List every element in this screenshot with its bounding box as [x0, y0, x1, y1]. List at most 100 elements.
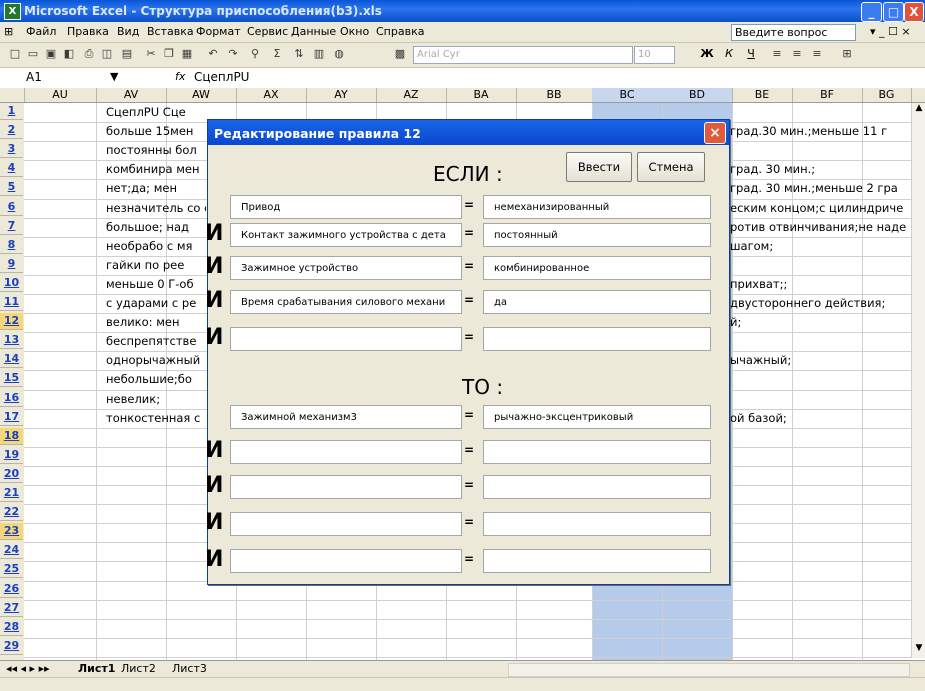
conclusion-attribute-field[interactable] — [230, 512, 462, 536]
close-window-button[interactable]: X — [904, 2, 924, 22]
fx-icon[interactable]: fx — [175, 70, 185, 83]
select-all-corner[interactable] — [0, 88, 25, 102]
new-icon[interactable]: □ — [8, 47, 22, 61]
row-header[interactable]: 22 — [0, 504, 23, 522]
cell-text[interactable]: с ударами с ре — [106, 295, 206, 311]
cell-text[interactable]: гайки по рее — [106, 257, 206, 273]
row-header[interactable]: 10 — [0, 275, 23, 292]
column-header[interactable]: AZ — [376, 88, 447, 102]
row-header[interactable]: 3 — [0, 141, 23, 159]
align-right-icon[interactable]: ≡ — [810, 47, 824, 61]
column-header[interactable]: AW — [166, 88, 237, 102]
cell-text[interactable]: беспрепятстве — [106, 333, 206, 349]
column-header[interactable]: AY — [306, 88, 377, 102]
save-icon[interactable]: ▣ — [44, 47, 58, 61]
horizontal-scrollbar[interactable] — [508, 663, 910, 677]
conclusion-attribute-field[interactable]: Зажимной механизм3 — [230, 405, 462, 429]
dialog-close-button[interactable]: × — [704, 122, 726, 144]
condition-value-field[interactable]: комбинированное — [483, 256, 711, 280]
cell-text[interactable]: нет;да; мен — [106, 180, 206, 196]
align-center-icon[interactable]: ≡ — [790, 47, 804, 61]
column-header[interactable]: BC — [592, 88, 663, 102]
align-left-icon[interactable]: ≡ — [770, 47, 784, 61]
condition-attribute-field[interactable]: Контакт зажимного устройства с дета — [230, 223, 462, 247]
condition-value-field[interactable] — [483, 327, 711, 351]
paste-icon[interactable]: ▦ — [180, 47, 194, 61]
row-header[interactable]: 27 — [0, 600, 23, 617]
menu-edit[interactable]: Правка — [67, 25, 109, 38]
cell-text[interactable]: прихват;; — [730, 276, 925, 292]
row-header[interactable]: 1 — [0, 103, 23, 120]
undo-icon[interactable]: ↶ — [206, 47, 220, 61]
conclusion-attribute-field[interactable] — [230, 475, 462, 499]
conclusion-value-field[interactable] — [483, 512, 711, 536]
column-header[interactable]: BB — [516, 88, 593, 102]
row-header[interactable]: 4 — [0, 160, 23, 178]
row-header[interactable]: 7 — [0, 218, 23, 235]
conclusion-value-field[interactable] — [483, 549, 711, 573]
permission-icon[interactable]: ◧ — [62, 47, 76, 61]
conclusion-attribute-field[interactable] — [230, 549, 462, 573]
menu-window[interactable]: Окно — [340, 25, 369, 38]
cell-text[interactable]: тонкостенная с — [106, 410, 206, 426]
menu-data[interactable]: Данные — [291, 25, 336, 38]
cell-text[interactable]: шагом; — [730, 238, 925, 254]
menu-file[interactable]: Файл — [26, 25, 56, 38]
row-header[interactable]: 5 — [0, 179, 23, 197]
row-header[interactable]: 8 — [0, 237, 23, 254]
redo-icon[interactable]: ↷ — [226, 47, 240, 61]
cell-text[interactable]: большое; над — [106, 219, 206, 235]
column-header[interactable]: AX — [236, 88, 307, 102]
row-header[interactable]: 20 — [0, 466, 23, 483]
condition-value-field[interactable]: да — [483, 290, 711, 314]
row-header[interactable]: 2 — [0, 122, 23, 140]
maximize-button[interactable]: □ — [883, 2, 904, 22]
italic-button[interactable]: К — [722, 47, 736, 61]
column-header[interactable]: AV — [96, 88, 167, 102]
minimize-button[interactable]: _ — [861, 2, 882, 22]
cell-text[interactable]: ычажный; — [730, 352, 925, 368]
cell-text[interactable]: й; — [730, 314, 925, 330]
condition-attribute-field[interactable]: Привод — [230, 195, 462, 219]
excel-doc-icon[interactable]: ⊞ — [4, 25, 13, 38]
cell-text[interactable]: двустороннего действия; — [730, 295, 925, 311]
cell-text[interactable]: однорычажный — [106, 352, 206, 368]
row-header[interactable]: 26 — [0, 581, 23, 598]
copy-icon[interactable]: ❐ — [162, 47, 176, 61]
cell-text[interactable]: град. 30 мин.;меньше 2 гра — [730, 180, 925, 196]
condition-attribute-field[interactable]: Время срабатывания силового механи — [230, 290, 462, 314]
menu-insert[interactable]: Вставка — [147, 25, 194, 38]
column-header[interactable]: AU — [24, 88, 97, 102]
print-icon[interactable]: ⎙ — [82, 47, 96, 61]
cell-text[interactable]: постоянны бол — [106, 142, 206, 158]
conclusion-value-field[interactable] — [483, 440, 711, 464]
drawing-icon[interactable]: ◍ — [332, 47, 346, 61]
row-header[interactable]: 21 — [0, 485, 23, 502]
menu-tools[interactable]: Сервис — [247, 25, 288, 38]
preview-icon[interactable]: ◫ — [100, 47, 114, 61]
scroll-down-icon[interactable]: ▼ — [912, 643, 925, 657]
column-header[interactable]: BG — [862, 88, 912, 102]
cut-icon[interactable]: ✂ — [144, 47, 158, 61]
condition-value-field[interactable]: немеханизированный — [483, 195, 711, 219]
menu-format[interactable]: Формат — [196, 25, 241, 38]
cell-text[interactable]: ротив отвинчивания;не наде — [730, 219, 925, 235]
help-search-input[interactable]: Введите вопрос — [731, 24, 856, 41]
ok-button[interactable]: Ввести — [566, 152, 632, 182]
cell-text[interactable]: еским концом;с цилиндриче — [730, 200, 925, 216]
column-header[interactable]: BA — [446, 88, 517, 102]
cell-text[interactable]: ой базой; — [730, 410, 925, 426]
open-icon[interactable]: ▭ — [26, 47, 40, 61]
row-header[interactable]: 25 — [0, 561, 23, 579]
autosum-icon[interactable]: Σ — [270, 47, 284, 61]
condition-value-field[interactable]: постоянный — [483, 223, 711, 247]
cell-text[interactable]: СцеплPU Сце — [106, 104, 206, 120]
column-header[interactable]: BF — [792, 88, 863, 102]
research-icon[interactable]: ▤ — [120, 47, 134, 61]
row-header[interactable]: 6 — [0, 199, 23, 216]
cell-text[interactable]: град. 30 мин.; — [730, 161, 925, 177]
condition-attribute-field[interactable]: Зажимное устройство — [230, 256, 462, 280]
row-header[interactable]: 9 — [0, 256, 23, 273]
cell-text[interactable]: меньше 0 Г-об — [106, 276, 206, 292]
hyperlink-icon[interactable]: ⚲ — [248, 47, 262, 61]
